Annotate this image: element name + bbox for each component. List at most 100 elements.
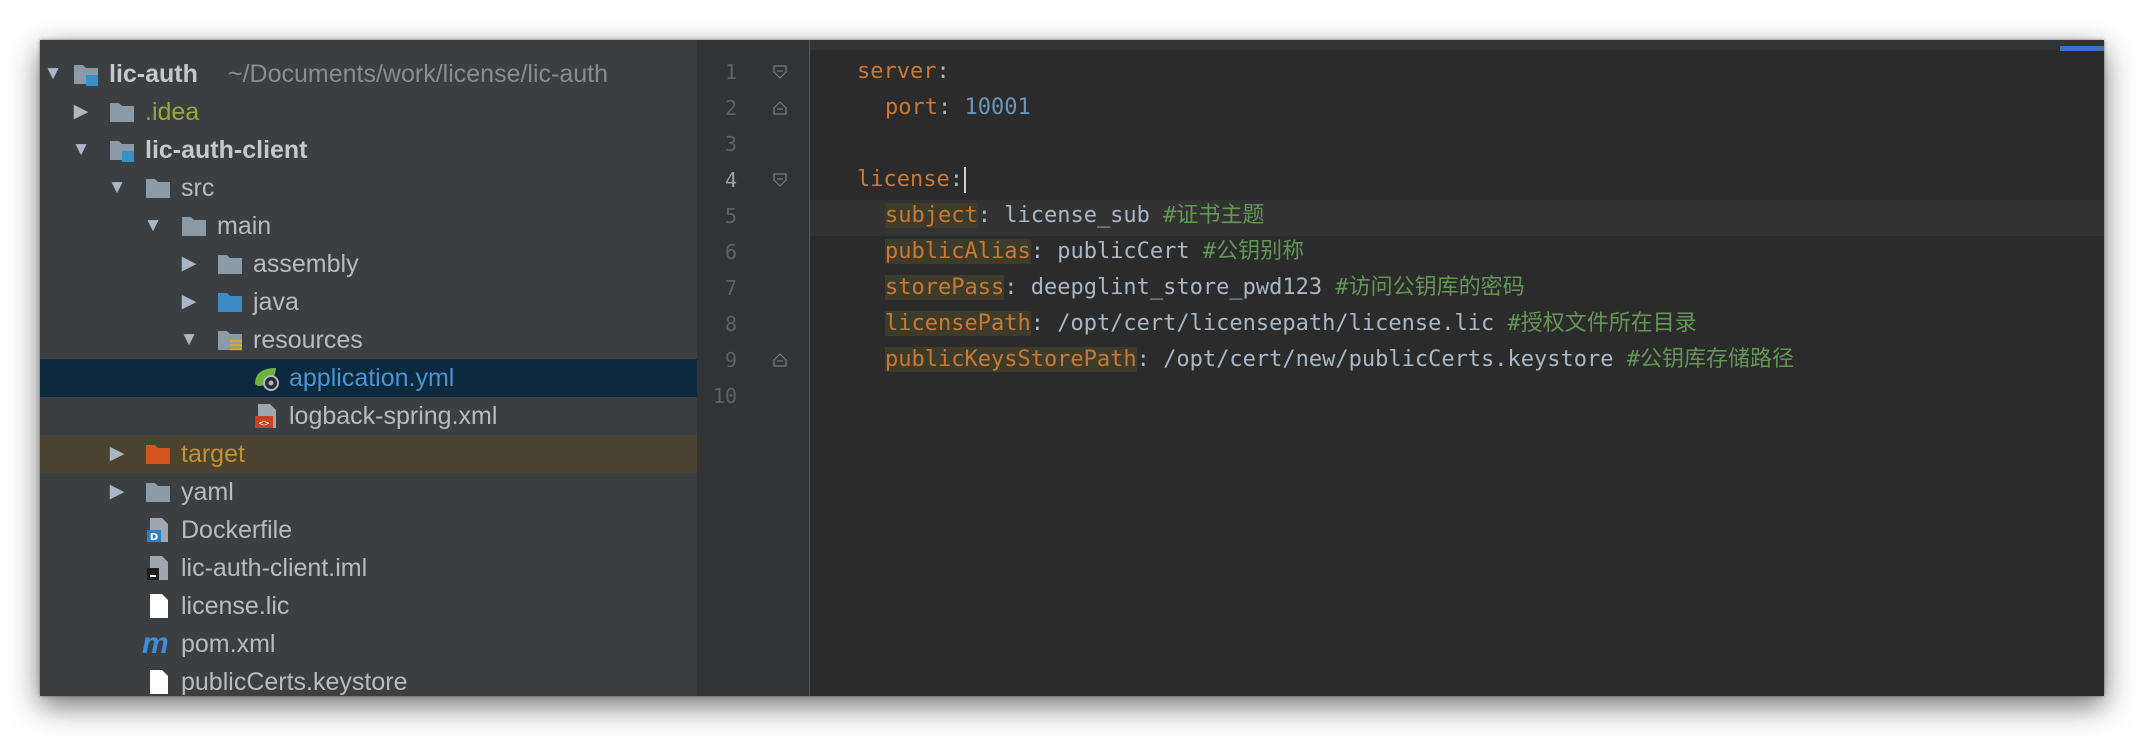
expand-arrow-icon[interactable]: ▼ [106, 169, 128, 207]
tree-label: pom.xml [181, 630, 276, 658]
yaml-comment: #公钥库存储路径 [1626, 347, 1795, 372]
folder-icon [146, 483, 170, 502]
yaml-value: license_sub [1004, 203, 1150, 228]
text-file-icon [150, 670, 168, 694]
tree-node-lic-auth-client[interactable]: ▼ lic-auth-client [40, 131, 697, 169]
folder-icon [146, 179, 170, 198]
yaml-sep: : [936, 59, 950, 84]
text-file-icon [150, 594, 168, 618]
tree-node-keystore[interactable]: publicCerts.keystore [40, 663, 697, 696]
expand-arrow-icon[interactable]: ▼ [70, 131, 92, 169]
yaml-key: licensePath [885, 311, 1031, 336]
yaml-key: storePass [885, 275, 1005, 300]
tree-label: application.yml [289, 364, 455, 392]
line-number: 5 [724, 204, 737, 228]
folder-icon [110, 103, 134, 122]
expand-arrow-icon[interactable]: ▼ [142, 207, 164, 245]
tree-label: java [253, 288, 299, 316]
yaml-value: /opt/cert/licensepath/license.lic [1057, 311, 1495, 336]
tree-node-license-lic[interactable]: license.lic [40, 587, 697, 625]
yaml-key: subject [885, 203, 978, 228]
xml-file-icon: <> [255, 404, 276, 429]
expand-arrow-icon[interactable]: ▼ [42, 55, 64, 93]
ide-window: ▼ lic-auth ~/Documents/work/license/lic-… [40, 40, 2104, 696]
excluded-folder-icon [146, 445, 170, 464]
tree-node-iml[interactable]: lic-auth-client.iml [40, 549, 697, 587]
code-line-9[interactable]: publicKeysStorePath: /opt/cert/new/publi… [885, 342, 1794, 378]
yaml-sep: : [1030, 311, 1058, 336]
yaml-value: 10001 [964, 95, 1031, 120]
svg-text:<>: <> [259, 419, 270, 429]
iml-file-icon [147, 556, 168, 580]
tree-node-application-yml[interactable]: application.yml [40, 359, 697, 397]
code-line-5[interactable]: subject: license_sub #证书主题 [885, 198, 1264, 234]
editor-tab-strip [697, 40, 2104, 50]
tree-node-src[interactable]: ▼ src [40, 169, 697, 207]
fold-open-icon[interactable] [773, 65, 787, 79]
line-number: 3 [724, 132, 737, 156]
resources-folder-icon [218, 331, 242, 351]
tree-node-yaml[interactable]: ▶ yaml [40, 473, 697, 511]
yaml-value: /opt/cert/new/publicCerts.keystore [1163, 347, 1614, 372]
tree-node-java[interactable]: ▶ java [40, 283, 697, 321]
fold-open-icon[interactable] [773, 173, 787, 187]
yaml-key: publicKeysStorePath [885, 347, 1137, 372]
code-editor[interactable]: 1 2 3 4 5 6 7 8 9 10 server: port: 10001… [697, 40, 2104, 696]
line-number: 8 [724, 312, 737, 336]
tree-node-target[interactable]: ▶ target [40, 435, 697, 473]
yaml-sep: : [1136, 347, 1164, 372]
tree-label: resources [253, 326, 363, 354]
tree-label: lic-auth-client.iml [181, 554, 368, 582]
tree-label: main [217, 212, 272, 240]
tree-root-label: lic-auth [109, 60, 198, 88]
svg-text:D: D [150, 532, 158, 543]
expand-arrow-icon[interactable]: ▶ [70, 93, 92, 131]
tree-label: Dockerfile [181, 516, 293, 544]
tree-node-assembly[interactable]: ▶ assembly [40, 245, 697, 283]
yaml-sep: : [937, 95, 965, 120]
scroll-marker[interactable] [2060, 46, 2104, 51]
yaml-comment: #公钥别称 [1202, 239, 1305, 264]
expand-arrow-icon[interactable]: ▶ [106, 435, 128, 473]
code-line-1[interactable]: server: [857, 54, 950, 90]
yaml-key: server [857, 59, 937, 84]
tree-node-dockerfile[interactable]: D Dockerfile [40, 511, 697, 549]
fold-end-icon[interactable] [773, 353, 787, 367]
tree-label: .idea [145, 98, 200, 126]
code-line-8[interactable]: licensePath: /opt/cert/licensepath/licen… [885, 306, 1697, 342]
folder-icon [218, 255, 242, 274]
spring-config-icon [255, 368, 279, 391]
code-line-2[interactable]: port: 10001 [885, 90, 1031, 126]
tree-node-logback-xml[interactable]: <> logback-spring.xml [40, 397, 697, 435]
tree-node-idea[interactable]: ▶ .idea [40, 93, 697, 131]
yaml-key: port [885, 95, 938, 120]
yaml-key: publicAlias [885, 239, 1031, 264]
docker-file-icon: D [147, 518, 168, 543]
code-line-6[interactable]: publicAlias: publicCert #公钥别称 [885, 234, 1304, 270]
tree-node-pom-xml[interactable]: m pom.xml [40, 625, 697, 663]
tree-node-resources[interactable]: ▼ resources [40, 321, 697, 359]
gutter-divider [809, 40, 810, 696]
tree-label: src [181, 174, 215, 202]
tree-label: lic-auth-client [145, 136, 308, 164]
line-number: 1 [724, 60, 737, 84]
tree-node-lic-auth[interactable]: ▼ lic-auth ~/Documents/work/license/lic-… [40, 55, 697, 93]
tree-label: license.lic [181, 592, 290, 620]
maven-icon: m [142, 627, 169, 660]
yaml-comment: #访问公钥库的密码 [1335, 275, 1525, 300]
expand-arrow-icon[interactable]: ▼ [178, 321, 200, 359]
code-line-7[interactable]: storePass: deepglint_store_pwd123 #访问公钥库… [885, 270, 1525, 306]
yaml-sep: : [1030, 239, 1058, 264]
yaml-sep: : [1004, 275, 1031, 300]
expand-arrow-icon[interactable]: ▶ [106, 473, 128, 511]
expand-arrow-icon[interactable]: ▶ [178, 245, 200, 283]
yaml-sep: : [949, 167, 963, 192]
fold-end-icon[interactable] [773, 101, 787, 115]
line-number: 10 [712, 384, 737, 408]
yaml-sep: : [977, 203, 1005, 228]
code-line-4[interactable]: license: [857, 162, 966, 198]
tree-label: yaml [181, 478, 234, 506]
expand-arrow-icon[interactable]: ▶ [178, 283, 200, 321]
tree-node-main[interactable]: ▼ main [40, 207, 697, 245]
yaml-key: license [857, 167, 950, 192]
